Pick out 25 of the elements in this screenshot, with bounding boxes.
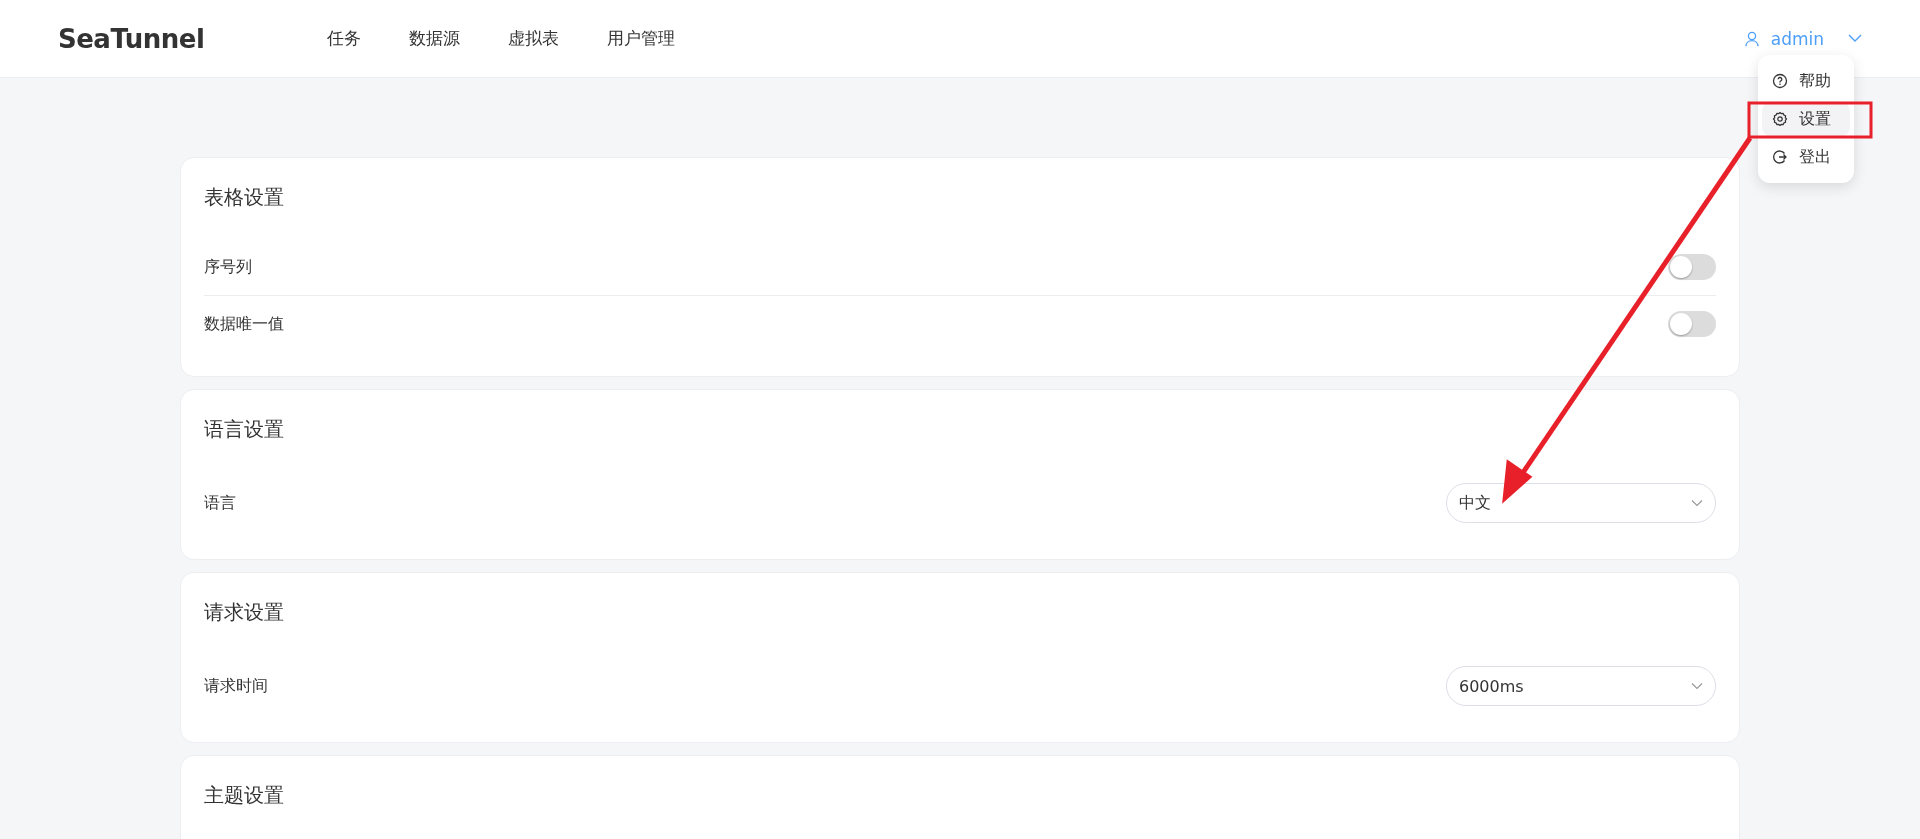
toggle-switch[interactable] [1668, 311, 1716, 337]
chevron-down-icon[interactable] [1848, 34, 1862, 43]
setting-label: 数据唯一值 [204, 313, 284, 335]
setting-label: 语言 [204, 492, 236, 514]
setting-label: 请求时间 [204, 675, 268, 697]
setting-label: 序号列 [204, 256, 252, 278]
settings-icon [1772, 111, 1788, 127]
card-title: 主题设置 [204, 782, 285, 809]
nav-link[interactable]: 用户管理 [607, 23, 675, 54]
menu-item[interactable]: 帮助 [1762, 63, 1850, 99]
card-title: 表格设置 [204, 184, 285, 211]
chevron-down-icon [1691, 682, 1703, 690]
nav-link[interactable]: 虚拟表 [508, 23, 559, 54]
nav-link[interactable]: 数据源 [409, 23, 460, 54]
logout-icon [1772, 149, 1788, 165]
toggle-switch[interactable] [1668, 254, 1716, 280]
card-title: 语言设置 [204, 416, 285, 443]
logo: SeaTunnel [58, 23, 206, 54]
card-title: 请求设置 [204, 599, 285, 626]
menu-item[interactable]: 登出 [1762, 139, 1850, 175]
nav-link[interactable]: 任务 [327, 23, 361, 54]
chevron-down-icon [1691, 499, 1703, 507]
help-icon [1772, 73, 1788, 89]
menu-item[interactable]: 设置 [1762, 101, 1850, 137]
user-icon[interactable] [1744, 30, 1759, 47]
